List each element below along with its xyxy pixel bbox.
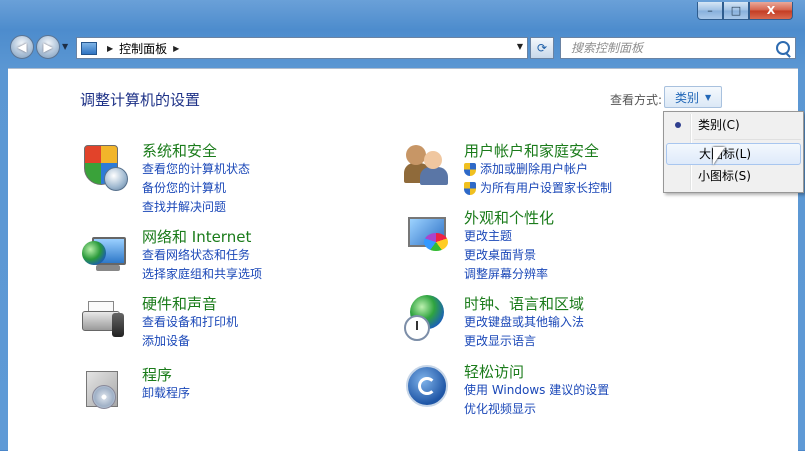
link-parental-controls[interactable]: 为所有用户设置家长控制 [464,179,612,198]
category-network: 网络和 Internet 查看网络状态和任务 选择家庭组和共享选项 [142,228,262,284]
recent-pages-button[interactable]: ▼ [62,42,68,51]
network-icon[interactable] [80,231,128,279]
link-homegroup[interactable]: 选择家庭组和共享选项 [142,265,262,284]
search-input[interactable] [569,40,773,56]
link-devices-printers[interactable]: 查看设备和打印机 [142,313,238,332]
hardware-sound-icon[interactable] [80,295,128,343]
category-ease-of-access: 轻松访问 使用 Windows 建议的设置 优化视频显示 [464,363,609,419]
back-button[interactable]: ◀ [10,35,34,59]
maximize-button[interactable]: □ [723,2,749,20]
caption-buttons: – □ X [697,2,793,22]
link-network-status[interactable]: 查看网络状态和任务 [142,246,262,265]
category-clock-region: 时钟、语言和区域 更改键盘或其他输入法 更改显示语言 [464,295,584,351]
breadcrumb-separator-icon[interactable]: ▶ [107,44,113,53]
category-title[interactable]: 用户帐户和家庭安全 [464,142,612,160]
category-user-accounts: 用户帐户和家庭安全 添加或删除用户帐户 为所有用户设置家长控制 [464,142,612,198]
breadcrumb-separator-icon[interactable]: ▶ [173,44,179,53]
category-appearance: 外观和个性化 更改主题 更改桌面背景 调整屏幕分辨率 [464,209,554,284]
view-by-dropdown[interactable]: 类别 ▼ [664,86,722,108]
link-desktop-background[interactable]: 更改桌面背景 [464,246,554,265]
category-hardware: 硬件和声音 查看设备和打印机 添加设备 [142,295,238,351]
uac-shield-icon [464,163,476,176]
view-by-menu: 类别(C) 大图标(L) 小图标(S) [663,111,804,193]
menu-item-label: 大图标(L) [699,147,752,161]
menu-item-label: 类别(C) [698,118,740,132]
user-accounts-icon[interactable] [404,141,452,189]
ease-of-access-icon[interactable] [404,363,452,411]
link-label: 为所有用户设置家长控制 [480,181,613,195]
minimize-button[interactable]: – [697,2,723,20]
programs-icon[interactable] [80,365,128,413]
control-panel-icon [81,41,97,55]
link-screen-resolution[interactable]: 调整屏幕分辨率 [464,265,554,284]
menu-item-label: 小图标(S) [698,169,751,183]
chevron-down-icon: ▼ [705,92,712,102]
forward-button[interactable]: ▶ [36,35,60,59]
category-programs: 程序 卸载程序 [142,366,190,403]
link-troubleshoot[interactable]: 查找并解决问题 [142,198,250,217]
close-button[interactable]: X [749,2,793,20]
category-title[interactable]: 时钟、语言和区域 [464,295,584,313]
uac-shield-icon [464,182,476,195]
link-display-language[interactable]: 更改显示语言 [464,332,584,351]
link-keyboard-input[interactable]: 更改键盘或其他输入法 [464,313,584,332]
category-title[interactable]: 外观和个性化 [464,209,554,227]
menu-item-large-icons[interactable]: 大图标(L) [666,143,801,165]
system-security-icon[interactable] [80,143,128,191]
view-by-value: 类别 [675,90,700,105]
link-uninstall[interactable]: 卸载程序 [142,384,190,403]
link-label: 添加或删除用户帐户 [480,162,589,176]
view-by-label: 查看方式: [610,93,663,107]
refresh-button[interactable]: ⟳ [530,37,554,59]
link-add-device[interactable]: 添加设备 [142,332,238,351]
category-title[interactable]: 程序 [142,366,190,384]
appearance-icon[interactable] [404,213,452,261]
category-title[interactable]: 系统和安全 [142,142,250,160]
window-frame: – □ X ◀ ▶ ▼ ▶ 控制面板 ▶ ▼ ⟳ 调整计算机的设置 查看方式: … [0,0,805,451]
page-title: 调整计算机的设置 [80,91,201,109]
mouse-cursor-icon [713,147,725,165]
search-box[interactable] [560,37,796,59]
address-bar[interactable]: ▶ 控制面板 ▶ ▼ [76,37,528,59]
navigation-bar: ◀ ▶ ▼ ▶ 控制面板 ▶ ▼ ⟳ [8,34,798,62]
search-icon[interactable] [776,41,790,55]
menu-item-category[interactable]: 类别(C) [666,114,801,136]
category-system-security: 系统和安全 查看您的计算机状态 备份您的计算机 查找并解决问题 [142,142,250,217]
link-view-status[interactable]: 查看您的计算机状态 [142,160,250,179]
back-arrow-icon: ◀ [17,40,27,54]
breadcrumb-control-panel[interactable]: 控制面板 [119,40,167,57]
menu-item-small-icons[interactable]: 小图标(S) [666,165,801,187]
category-title[interactable]: 轻松访问 [464,363,609,381]
menu-separator [694,139,801,140]
category-title[interactable]: 网络和 Internet [142,228,262,246]
radio-bullet-icon [675,122,681,128]
forward-arrow-icon: ▶ [43,40,53,54]
link-change-theme[interactable]: 更改主题 [464,227,554,246]
category-title[interactable]: 硬件和声音 [142,295,238,313]
refresh-icon: ⟳ [536,41,548,55]
link-add-remove-users[interactable]: 添加或删除用户帐户 [464,160,612,179]
link-backup[interactable]: 备份您的计算机 [142,179,250,198]
address-dropdown-icon[interactable]: ▼ [517,42,523,51]
clock-region-icon[interactable] [404,295,452,343]
link-optimize-display[interactable]: 优化视频显示 [464,400,609,419]
link-windows-recommended[interactable]: 使用 Windows 建议的设置 [464,381,609,400]
